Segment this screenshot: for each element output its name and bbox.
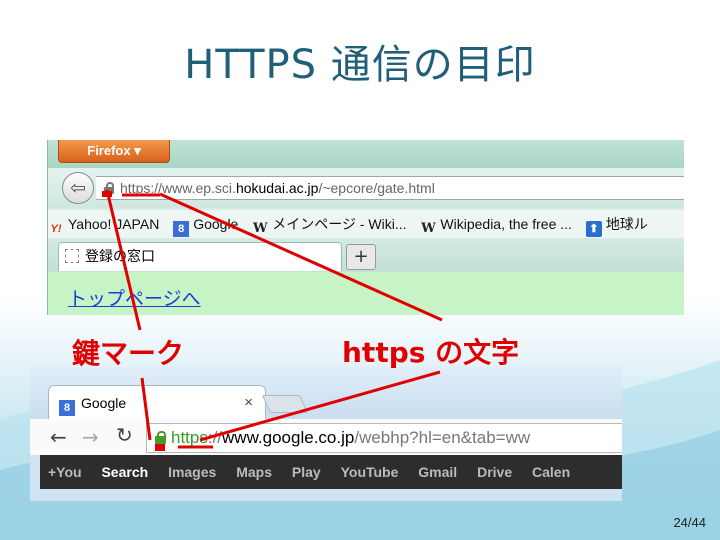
back-arrow-icon[interactable]: ⇦ [62,172,94,204]
lock-mark-label: 鍵マーク [72,337,185,370]
url-prefix: https://www.ep.sci. [120,180,236,196]
bookmark-chikyu[interactable]: ⬆ 地球ル [585,210,648,238]
wikipedia-icon: W [421,221,436,236]
bookmark-wikipedia-ja[interactable]: W メインページ - Wiki... [252,210,407,238]
url-host: www.google.co.jp [222,428,355,447]
bookmark-blue-icon: ⬆ [585,221,602,237]
bookmark-label: Yahoo! JAPAN [68,216,160,232]
gbar-search[interactable]: Search [101,455,148,489]
chrome-omnibox[interactable]: https://www.google.co.jp/webhp?hl=en&tab… [146,423,622,453]
url-path: /webhp?hl=en&tab=ww [354,428,531,447]
https-text-label: https の文字 [342,336,520,369]
back-arrow-icon[interactable]: ← [50,425,67,449]
page-icon [65,249,79,263]
slide-title: HTTPS 通信の目印 [184,42,536,88]
google-bar: +You Search Images Maps Play YouTube Gma… [40,455,622,489]
firefox-page-content: トップページへ [48,272,684,315]
tab-label: Google [81,395,127,411]
firefox-tab[interactable]: 登録の窓口 [58,242,342,271]
gbar-maps[interactable]: Maps [236,455,272,489]
url-scheme: https [171,428,208,447]
close-icon[interactable]: × [244,386,253,420]
forward-arrow-icon[interactable]: → [82,425,99,449]
new-tab-button[interactable]: + [346,244,376,270]
bookmark-label: 地球ル [605,216,648,232]
bookmarks-toolbar: Y! Yahoo! JAPAN 8 Google W メインページ - Wiki...… [48,210,684,238]
url-separator: :// [207,428,223,447]
bookmark-label: メインページ - Wiki... [272,216,407,232]
wikipedia-icon: W [252,221,268,236]
url-path: /~epcore/gate.html [318,180,435,196]
url-host: hokudai.ac.jp [235,180,319,196]
gbar-drive[interactable]: Drive [477,455,512,489]
bookmark-google[interactable]: 8 Google [173,210,238,238]
yahoo-icon: Y! [50,223,62,235]
firefox-menu-button[interactable]: Firefox ▾ [58,140,170,163]
firefox-tab-row: 登録の窓口 + [48,238,684,272]
gbar-play[interactable]: Play [292,455,321,489]
chrome-tab[interactable]: 8 Google × [48,385,266,420]
gbar-gmail[interactable]: Gmail [418,455,457,489]
bookmark-label: Wikipedia, the free ... [440,216,572,232]
gbar-plus-you[interactable]: +You [48,455,82,489]
google-icon: 8 [173,221,190,237]
firefox-url-bar[interactable]: https://www.ep.sci.hokudai.ac.jp/~epcore… [96,176,684,200]
google-icon: 8 [59,400,75,416]
gbar-images[interactable]: Images [168,455,216,489]
lock-icon [104,182,114,194]
lock-icon [155,431,166,444]
page-number: 24/44 [673,515,706,530]
bookmark-label: Google [193,216,239,232]
gbar-youtube[interactable]: YouTube [341,455,399,489]
top-page-link[interactable]: トップページへ [68,284,201,311]
gbar-calendar[interactable]: Calen [532,455,570,489]
chrome-toolbar: ← → ↻ https://www.google.co.jp/webhp?hl=… [30,419,622,455]
bookmark-yahoo[interactable]: Y! Yahoo! JAPAN [48,210,160,238]
chrome-screenshot: 8 Google × ← → ↻ https://www.google.co.jp… [30,367,622,501]
firefox-navbar: ⇦ https://www.ep.sci.hokudai.ac.jp/~epco… [48,168,684,208]
new-tab-button[interactable] [261,395,309,413]
reload-icon[interactable]: ↻ [116,423,133,447]
bookmark-wikipedia-en[interactable]: W Wikipedia, the free ... [420,210,572,238]
tab-label: 登録の窓口 [85,249,155,265]
firefox-screenshot: Firefox ▾ ⇦ https://www.ep.sci.hokudai.a… [47,140,684,315]
